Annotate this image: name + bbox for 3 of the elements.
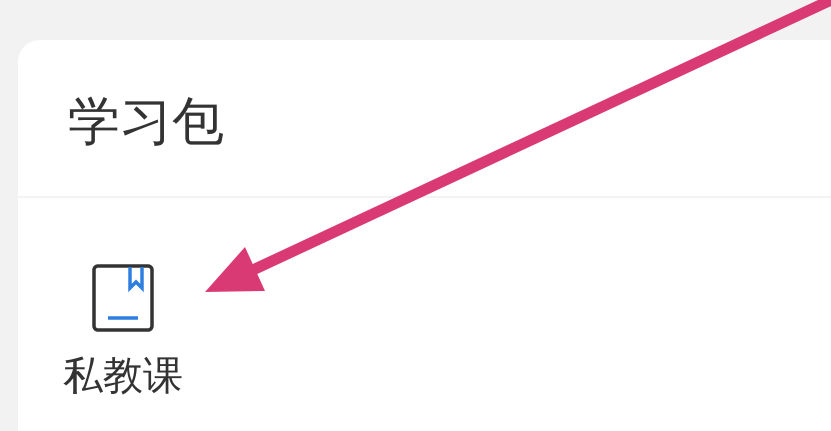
section-title: 学习包 [67, 91, 225, 152]
book-icon[interactable] [92, 264, 154, 332]
item-label[interactable]: 私教课 [63, 356, 183, 396]
